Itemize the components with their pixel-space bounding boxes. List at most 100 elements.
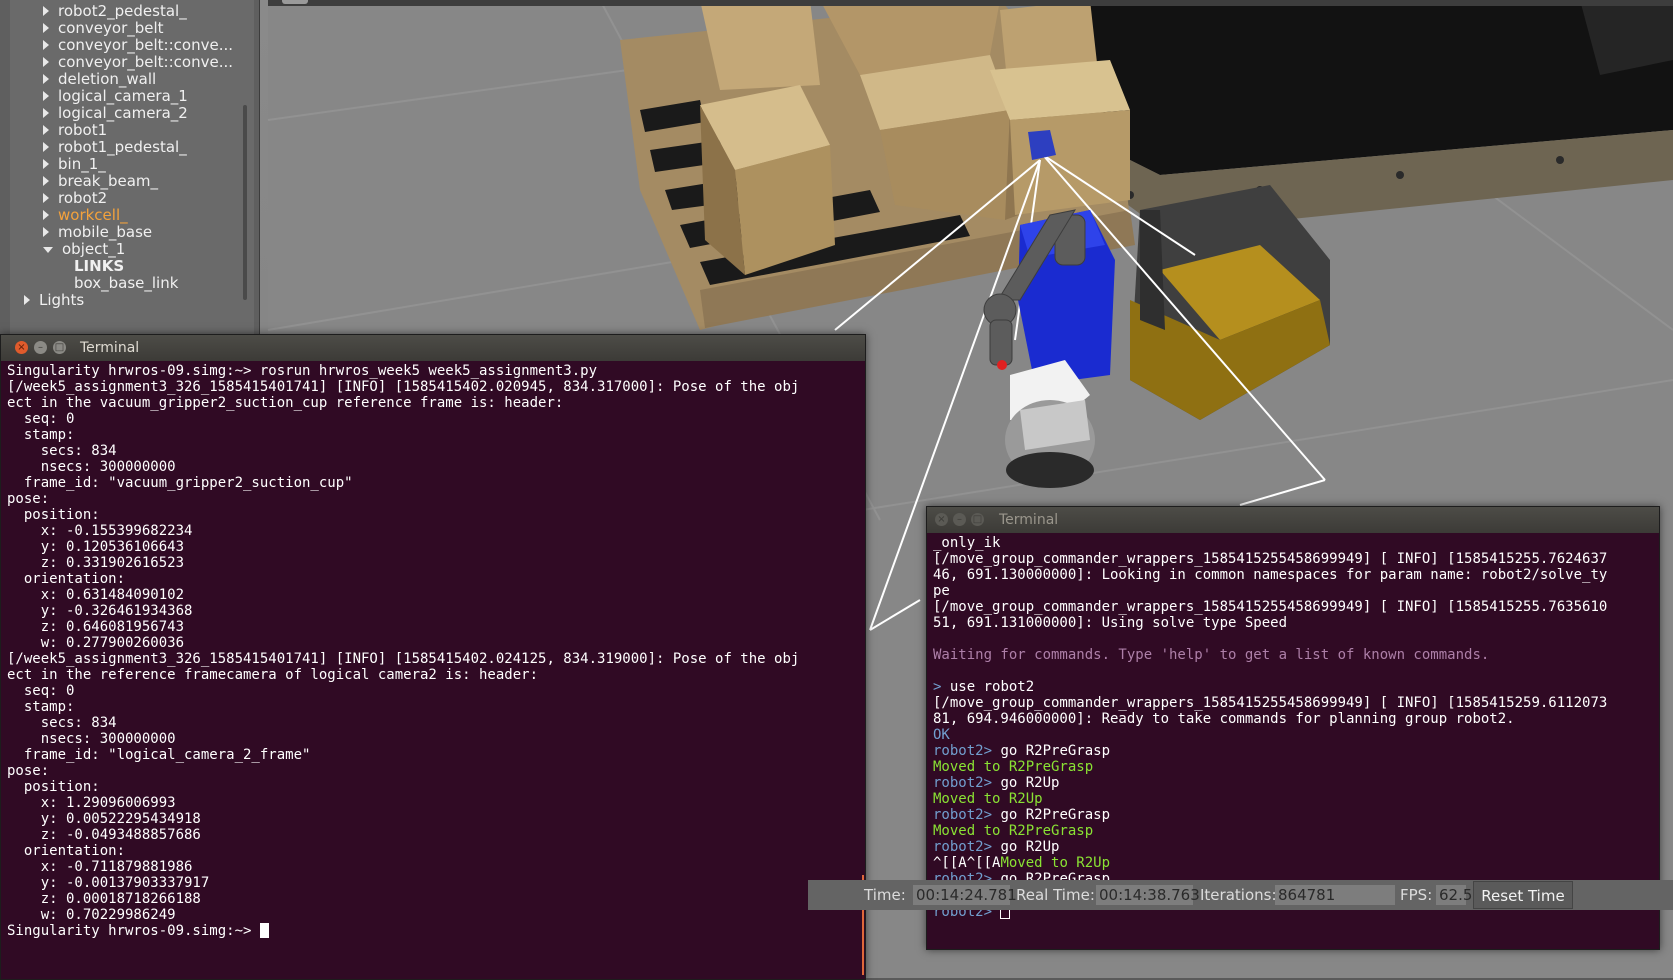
collapsed-arrow-icon[interactable] [43, 73, 49, 84]
terminal-line-text: x: 0.631484090102 [7, 587, 185, 603]
terminal-line-text: Singularity hrwros-09.simg:~> rosrun hrw… [7, 363, 598, 379]
real-time-label: Real Time: [1016, 886, 1095, 904]
tree-item-label: logical_camera_2 [58, 104, 188, 122]
sim-time-label: Time: [864, 886, 906, 904]
terminal-line: y: -0.00137903337917 [7, 875, 865, 891]
terminal-line-text: Singularity hrwros-09.simg:~> [7, 923, 260, 939]
tree-item[interactable]: robot1 [43, 121, 107, 139]
terminal-output[interactable]: Singularity hrwros-09.simg:~> rosrun hrw… [1, 361, 865, 979]
terminal-line-text: z: 0.00018718266188 [7, 891, 201, 907]
terminal-line: z: 0.00018718266188 [7, 891, 865, 907]
terminal-line: orientation: [7, 843, 865, 859]
terminal-window-left[interactable]: × – □ Terminal Singularity hrwros-09.sim… [0, 334, 866, 980]
collapsed-arrow-icon[interactable] [43, 22, 49, 33]
minimize-icon[interactable]: – [34, 341, 47, 354]
tree-item[interactable]: robot2_pedestal_ [43, 2, 187, 20]
collapsed-arrow-icon[interactable] [43, 209, 49, 220]
terminal-titlebar[interactable]: × – □ Terminal [1, 335, 865, 361]
collapsed-arrow-icon[interactable] [43, 124, 49, 135]
tree-item[interactable]: logical_camera_2 [43, 104, 188, 122]
tree-item[interactable]: object_1 [43, 240, 125, 258]
viewport-top-toolbar [268, 0, 1673, 6]
tree-item[interactable]: box_base_link [74, 274, 178, 292]
collapsed-arrow-icon[interactable] [24, 294, 30, 305]
collapsed-arrow-icon[interactable] [43, 90, 49, 101]
tree-item[interactable]: deletion_wall [43, 70, 156, 88]
collapsed-arrow-icon[interactable] [43, 192, 49, 203]
terminal-line: _only_ik [933, 535, 1659, 551]
collapsed-arrow-icon[interactable] [43, 141, 49, 152]
terminal-line: orientation: [7, 571, 865, 587]
terminal-line-text: seq: 0 [7, 411, 75, 427]
terminal-line: Moved to R2PreGrasp [933, 759, 1659, 775]
collapsed-arrow-icon[interactable] [43, 158, 49, 169]
terminal-line-text: orientation: [7, 571, 126, 587]
terminal-line: ^[[A^[[AMoved to R2Up [933, 855, 1659, 871]
collapsed-arrow-icon[interactable] [43, 5, 49, 16]
terminal-cursor [259, 923, 269, 938]
terminal-line: y: -0.326461934368 [7, 603, 865, 619]
terminal-line: Waiting for commands. Type 'help' to get… [933, 647, 1659, 663]
tree-item[interactable]: LINKS [74, 257, 124, 275]
terminal-line-text: ect in the vacuum_gripper2_suction_cup r… [7, 395, 564, 411]
fps-value: 62.53 [1436, 885, 1482, 905]
collapsed-arrow-icon[interactable] [43, 39, 49, 50]
terminal-line-text: stamp: [7, 427, 75, 443]
terminal-line: secs: 834 [7, 443, 865, 459]
tree-item[interactable]: logical_camera_1 [43, 87, 188, 105]
tree-item-label: robot2_pedestal_ [58, 2, 187, 20]
iterations-value: 864781 [1275, 885, 1395, 905]
reset-time-button[interactable]: Reset Time [1473, 881, 1573, 909]
tree-scrollbar[interactable] [243, 105, 247, 300]
terminal-line: x: 1.29096006993 [7, 795, 865, 811]
terminal-line-text: Moved to R2Up [1000, 855, 1111, 871]
terminal-line-text: _only_ik [933, 535, 1001, 551]
minimize-icon[interactable]: – [953, 513, 966, 526]
terminal-line: robot2> go R2PreGrasp [933, 743, 1659, 759]
terminal-line-text: z: 0.646081956743 [7, 619, 185, 635]
collapsed-arrow-icon[interactable] [43, 175, 49, 186]
terminal-line: [/week5_assignment3_326_1585415401741] [… [7, 379, 865, 395]
tree-item-label: LINKS [74, 257, 125, 275]
toolbar-button[interactable] [282, 0, 308, 4]
tree-item[interactable]: robot1_pedestal_ [43, 138, 187, 156]
terminal-line: ect in the vacuum_gripper2_suction_cup r… [7, 395, 865, 411]
terminal-line: position: [7, 507, 865, 523]
tree-item[interactable]: conveyor_belt [43, 19, 164, 37]
tree-item-label: workcell_ [58, 206, 128, 224]
collapsed-arrow-icon[interactable] [43, 56, 49, 67]
tree-item[interactable]: workcell_ [43, 206, 128, 224]
tree-item[interactable]: mobile_base [43, 223, 152, 241]
terminal-line-text: Moved to R2PreGrasp [933, 823, 1094, 839]
tree-item[interactable]: conveyor_belt::conve... [43, 36, 233, 54]
terminal-line-text: ect in the reference framecamera of logi… [7, 667, 539, 683]
close-icon[interactable]: × [15, 341, 28, 354]
terminal-line: position: [7, 779, 865, 795]
terminal-line-text: frame_id: "logical_camera_2_frame" [7, 747, 311, 763]
close-icon[interactable]: × [935, 513, 948, 526]
tree-item[interactable]: break_beam_ [43, 172, 158, 190]
terminal-line-text: position: [7, 507, 100, 523]
terminal-line: z: 0.331902616523 [7, 555, 865, 571]
terminal-line-text: go R2PreGrasp [992, 807, 1111, 823]
tree-item-label: conveyor_belt [58, 19, 164, 37]
tree-item[interactable]: bin_1_ [43, 155, 106, 173]
terminal-line: x: 0.631484090102 [7, 587, 865, 603]
model-tree[interactable]: robot2_pedestal_ conveyor_belt conveyor_be… [10, 0, 254, 335]
gazebo-status-bar: Time: 00:14:24.781 Real Time: 00:14:38.7… [808, 880, 1673, 910]
tree-item[interactable]: Lights [24, 291, 84, 309]
collapsed-arrow-icon[interactable] [43, 107, 49, 118]
terminal-titlebar[interactable]: × – □ Terminal [927, 507, 1659, 533]
terminal-line-text: 81, 694.946000000]: Ready to take comman… [933, 711, 1515, 727]
tree-item[interactable]: conveyor_belt::conve... [43, 53, 233, 71]
terminal-line: [/move_group_commander_wrappers_15854152… [933, 599, 1659, 615]
terminal-line: 46, 691.130000000]: Looking in common na… [933, 567, 1659, 583]
terminal-line-text: OK [933, 727, 950, 743]
expanded-arrow-icon[interactable] [43, 246, 53, 253]
collapsed-arrow-icon[interactable] [43, 226, 49, 237]
terminal-line: y: 0.00522295434918 [7, 811, 865, 827]
tree-item[interactable]: robot2 [43, 189, 107, 207]
maximize-icon[interactable]: □ [53, 341, 66, 354]
maximize-icon[interactable]: □ [971, 513, 984, 526]
